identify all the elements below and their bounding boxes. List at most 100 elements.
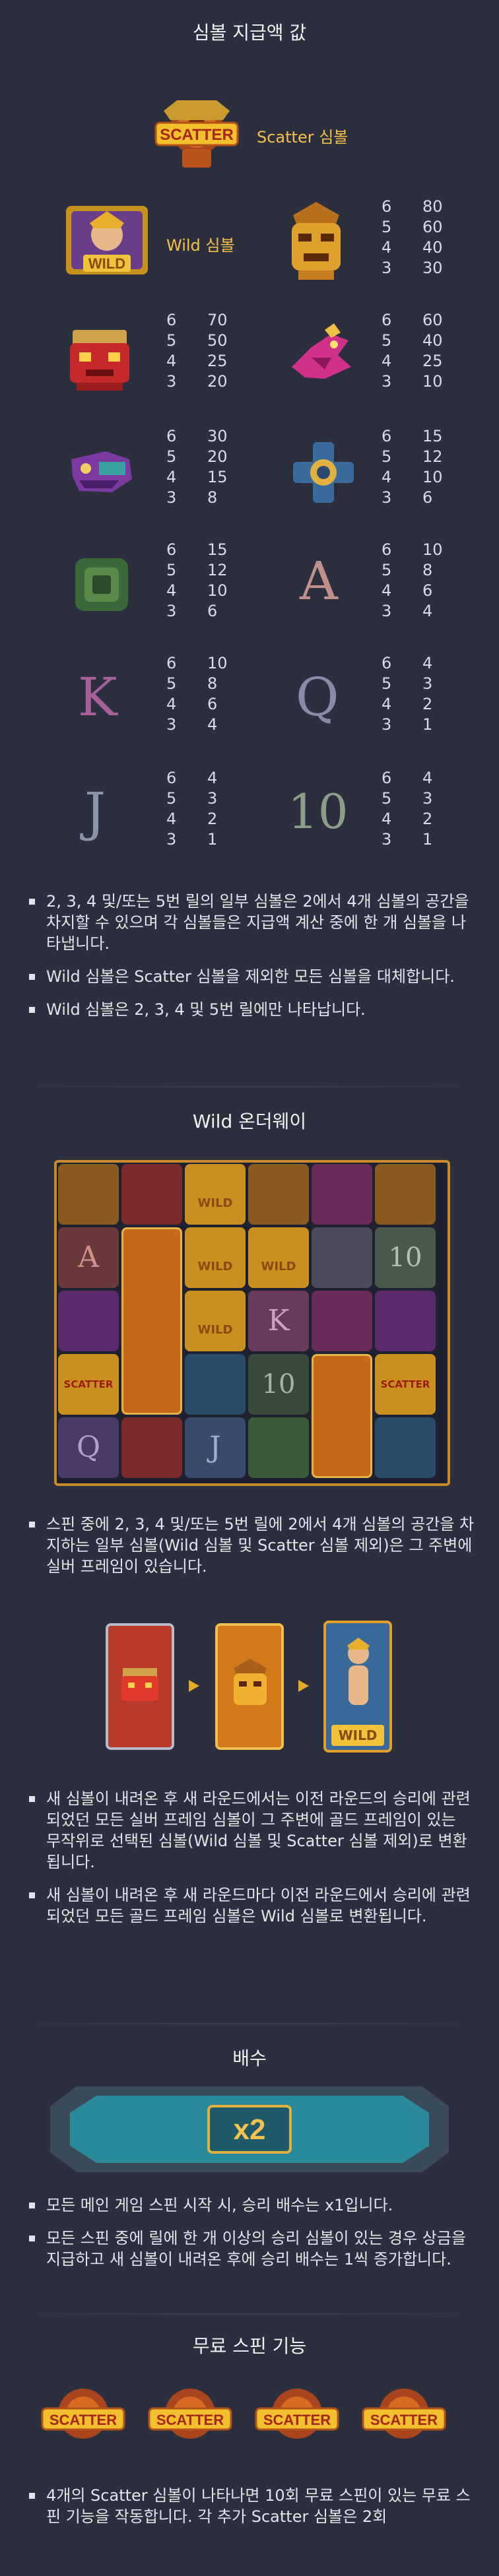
tile-glyph-gold: [58, 1164, 119, 1225]
tile-scatter-2: SCATTER: [375, 1354, 436, 1415]
scatter-icon: SCATTER: [362, 2389, 446, 2439]
tile-tall-gold-mask: [121, 1227, 182, 1415]
scatter-icon: SCATTER: [41, 2389, 125, 2439]
tile-tall-gold: [312, 1354, 372, 1478]
blue-cross-icon: [293, 442, 354, 503]
arrow-right-icon: [298, 1680, 309, 1692]
tile-grey: [312, 1227, 372, 1288]
paytable-title: 심볼 지급액 값: [192, 22, 307, 44]
letter-q-icon: Q: [296, 666, 339, 728]
wild-way-rules-top: 스핀 중에 2, 3, 4 및/또는 5번 릴에 2에서 4개 심볼의 공간을 …: [26, 1514, 475, 1589]
wild-way-section: Wild 온더웨이 A SCATTER Q WILD WILD WILD J W…: [0, 1089, 499, 2026]
rule-item: 4개의 Scatter 심볼이 나타나면 10회 무료 스핀이 있는 무료 스핀…: [26, 2485, 475, 2527]
tile-wild-1: WILD: [185, 1164, 246, 1225]
letter-a-icon: A: [300, 550, 338, 612]
tile-a: A: [58, 1227, 119, 1288]
tile-j: J: [185, 1417, 246, 1478]
silver-frame-symbol: [106, 1623, 174, 1750]
section-divider: [0, 2313, 499, 2315]
letter-k-icon: K: [78, 666, 117, 728]
tile-green: [248, 1417, 309, 1478]
tile-k: K: [248, 1291, 309, 1351]
multiplier-section: 배수 x2 모든 메인 게임 스핀 시작 시, 승리 배수는 x1입니다. 모든…: [0, 2026, 499, 2316]
rule-item: 2, 3, 4 및/또는 5번 릴의 일부 심볼은 2에서 4개 심볼의 공간을…: [26, 891, 475, 954]
rule-item: 모든 스핀 중에 릴에 한 개 이상의 승리 심볼이 있는 경우 상금을 지급하…: [26, 2228, 475, 2270]
scatter-icon: SCATTER: [148, 2389, 232, 2439]
tile-cross-2: [375, 1417, 436, 1478]
tile-red-totem-3: [248, 1164, 309, 1225]
rule-item: 모든 메인 게임 스핀 시작 시, 승리 배수는 x1입니다.: [26, 2195, 475, 2216]
tile-glyph-gold-2: [375, 1164, 436, 1225]
tile-red-totem: [121, 1164, 182, 1225]
wild-figure-icon: [347, 1638, 370, 1705]
multiplier-banner: x2: [50, 2086, 449, 2172]
letter-j-icon: J: [84, 781, 106, 843]
green-glyph-pays: 6 15 5 12 4 10 36: [166, 540, 228, 620]
scatter-label: Scatter 심볼: [257, 128, 349, 146]
tile-bird: [312, 1164, 372, 1225]
wild-way-title: Wild 온더웨이: [192, 1111, 307, 1132]
multiplier-title: 배수: [232, 2047, 267, 2069]
paytable-section: 심볼 지급액 값 SCATTER Scatter 심볼 WILD Wild 심볼…: [0, 0, 499, 1089]
svg-text:SCATTER: SCATTER: [50, 2412, 117, 2428]
wild-result-text: WILD: [331, 1725, 384, 1746]
section-divider: [0, 2023, 499, 2024]
green-glyph-icon: [75, 558, 128, 611]
svg-text:SCATTER: SCATTER: [263, 2412, 331, 2428]
letter-q-pays: 64 53 42 31: [382, 654, 433, 734]
arrow-right-icon: [189, 1680, 199, 1692]
tile-wild-4: WILD: [248, 1227, 309, 1288]
pink-bird-pays: 6 60 5 40 4 25 3 10: [382, 311, 443, 391]
red-totem-pays: 6 70 5 50 4 25 3 20: [166, 311, 228, 391]
letter-a-pays: 6 10 58 46 34: [382, 540, 443, 620]
tile-bird-2: [312, 1291, 372, 1351]
blue-cross-pays: 6 15 5 12 4 10 36: [382, 427, 443, 507]
svg-text:SCATTER: SCATTER: [156, 2412, 224, 2428]
scatter-symbol-text: SCATTER: [160, 126, 234, 144]
wild-label: Wild 심볼: [166, 236, 235, 255]
multiplier-rules: 모든 메인 게임 스핀 시작 시, 승리 배수는 x1입니다. 모든 스핀 중에…: [26, 2195, 475, 2282]
rule-item: Wild 심볼은 Scatter 심볼을 제외한 모든 심볼을 대체합니다.: [26, 966, 475, 987]
paytable-rules: 2, 3, 4 및/또는 5번 릴의 일부 심볼은 2에서 4개 심볼의 공간을…: [26, 891, 475, 1032]
number-ten-pays: 64 53 42 31: [382, 769, 433, 849]
tile-wild-2: WILD: [185, 1227, 246, 1288]
multiplier-value: x2: [234, 2113, 266, 2146]
letter-j-pays: 64 53 42 31: [166, 769, 218, 849]
rule-item: Wild 심볼은 2, 3, 4 및 5번 릴에만 나타납니다.: [26, 999, 475, 1020]
scatter-icon: SCATTER: [255, 2389, 339, 2439]
gold-frame-symbol: [215, 1623, 284, 1750]
rule-item: 새 심볼이 내려온 후 새 라운드에서는 이전 라운드의 승리에 관련되었던 모…: [26, 1788, 475, 1873]
scatter-symbol-icon: SCATTER: [154, 100, 239, 168]
tile-serpent: [58, 1291, 119, 1351]
tile-cross: [185, 1354, 246, 1415]
gold-mask-icon: [234, 1659, 267, 1705]
pink-bird-icon: [292, 323, 351, 379]
free-spins-rules: 4개의 Scatter 심볼이 나타나면 10회 무료 스핀이 있는 무료 스핀…: [26, 2485, 475, 2539]
tile-wild-3: WILD: [185, 1291, 246, 1351]
free-spins-title: 무료 스핀 기능: [192, 2335, 307, 2357]
number-ten-icon: 10: [288, 784, 349, 839]
reel-grid: A SCATTER Q WILD WILD WILD J WILD K 10 1…: [54, 1160, 450, 1486]
tile-serpent-2: [375, 1291, 436, 1351]
gold-mask-pays: 6 80 5 60 4 40 3 30: [382, 197, 443, 277]
letter-k-pays: 6 10 58 46 34: [166, 654, 228, 734]
gold-mask-icon: [292, 202, 341, 280]
purple-serpent-pays: 6 30 5 20 4 15 38: [166, 427, 228, 507]
tile-ten: 10: [248, 1354, 309, 1415]
purple-serpent-icon: [71, 451, 132, 492]
red-totem-icon: [121, 1668, 158, 1701]
section-divider: [0, 1086, 499, 1087]
wild-symbol-text: WILD: [88, 255, 125, 272]
free-spins-section: 무료 스핀 기능 SCATTER SCATTER SCATTER SCATTER…: [0, 2316, 499, 2576]
tile-ten-2: 10: [375, 1227, 436, 1288]
wild-result-symbol: WILD: [323, 1621, 392, 1753]
tile-red-totem-2: [121, 1417, 182, 1478]
rule-item: 스핀 중에 2, 3, 4 및/또는 5번 릴에 2에서 4개 심볼의 공간을 …: [26, 1514, 475, 1577]
svg-text:SCATTER: SCATTER: [370, 2412, 438, 2428]
wild-way-rules-bottom: 새 심볼이 내려온 후 새 라운드에서는 이전 라운드의 승리에 관련되었던 모…: [26, 1788, 475, 1939]
scatter-row: SCATTER SCATTER SCATTER SCATTER: [40, 2379, 462, 2459]
rule-item: 새 심볼이 내려온 후 새 라운드마다 이전 라운드에서 승리에 관련되었던 모…: [26, 1884, 475, 1927]
red-totem-icon: [70, 330, 129, 391]
tile-scatter: SCATTER: [58, 1354, 119, 1415]
tile-q: Q: [58, 1417, 119, 1478]
